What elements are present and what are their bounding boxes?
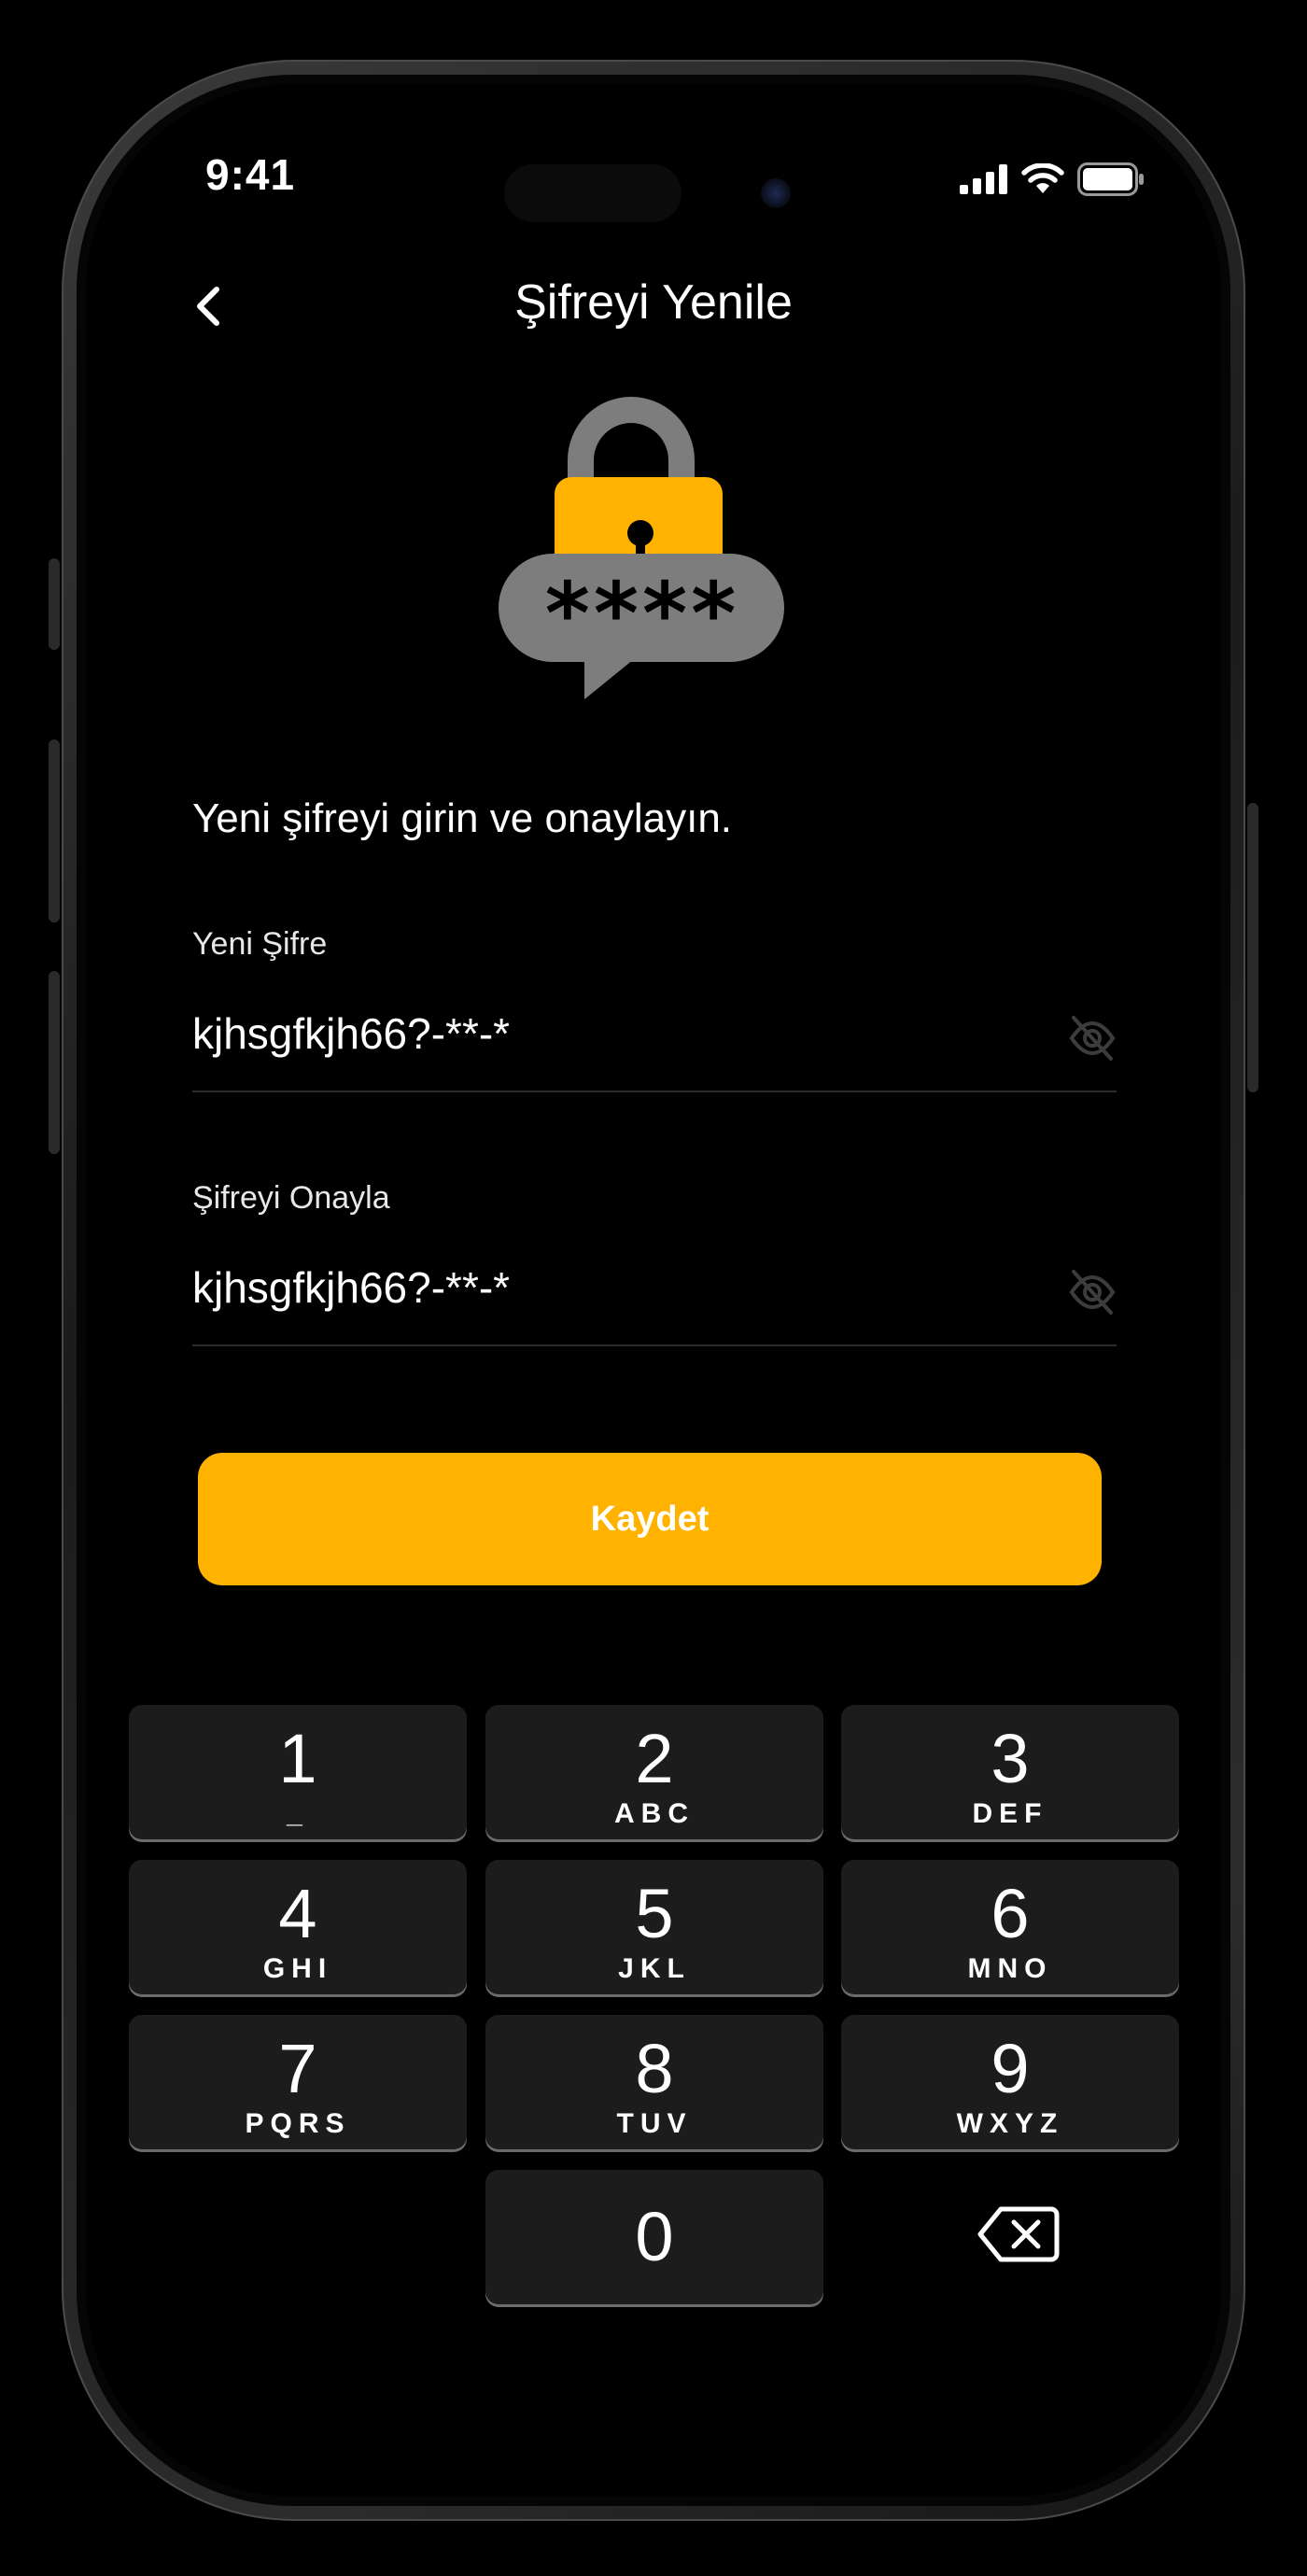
page-title: Şifreyi Yenile bbox=[514, 275, 793, 330]
key-9[interactable]: 9 WXYZ bbox=[841, 2015, 1179, 2149]
mask-text: **** bbox=[545, 564, 739, 664]
front-camera bbox=[761, 178, 791, 208]
confirm-password-field[interactable] bbox=[192, 1247, 1117, 1328]
key-letters: GHI bbox=[262, 1953, 333, 1984]
key-digit: 7 bbox=[278, 2030, 317, 2107]
volume-down-button bbox=[49, 971, 60, 1154]
backspace-icon[interactable] bbox=[977, 2203, 1061, 2265]
eye-off-icon[interactable] bbox=[1066, 1012, 1118, 1064]
key-4[interactable]: 4 GHI bbox=[129, 1860, 467, 1994]
new-password-field[interactable] bbox=[192, 993, 1117, 1074]
key-letters: DEF bbox=[972, 1798, 1048, 1829]
volume-up-button bbox=[49, 739, 60, 922]
key-7[interactable]: 7 PQRS bbox=[129, 2015, 467, 2149]
status-icons bbox=[960, 161, 1145, 198]
key-letters: _ bbox=[287, 1798, 309, 1829]
key-digit: 6 bbox=[991, 1875, 1030, 1952]
key-3[interactable]: 3 DEF bbox=[841, 1705, 1179, 1839]
key-digit: 2 bbox=[635, 1720, 674, 1797]
key-1[interactable]: 1 _ bbox=[129, 1705, 467, 1839]
key-letters: PQRS bbox=[245, 2108, 351, 2139]
key-letters: WXYZ bbox=[956, 2108, 1064, 2139]
key-digit: 4 bbox=[278, 1875, 317, 1952]
key-digit: 0 bbox=[635, 2198, 674, 2275]
back-chevron-icon[interactable] bbox=[185, 276, 232, 336]
key-letters: JKL bbox=[618, 1953, 691, 1984]
eye-off-icon[interactable] bbox=[1066, 1266, 1118, 1318]
key-digit: 8 bbox=[635, 2030, 674, 2107]
save-button[interactable]: Kaydet bbox=[198, 1453, 1102, 1585]
key-letters: TUV bbox=[616, 2108, 693, 2139]
battery-icon bbox=[1077, 162, 1144, 196]
key-digit: 1 bbox=[278, 1720, 317, 1797]
wifi-icon bbox=[1021, 163, 1064, 193]
key-6[interactable]: 6 MNO bbox=[841, 1860, 1179, 1994]
confirm-password-underline bbox=[192, 1344, 1117, 1346]
key-8[interactable]: 8 TUV bbox=[485, 2015, 823, 2149]
dynamic-island bbox=[504, 164, 682, 222]
new-password-underline bbox=[192, 1091, 1117, 1092]
signal-icon bbox=[960, 164, 1007, 194]
key-2[interactable]: 2 ABC bbox=[485, 1705, 823, 1839]
phone-top-edge bbox=[537, 63, 770, 75]
key-digit: 9 bbox=[991, 2030, 1030, 2107]
lock-icon: **** bbox=[499, 397, 784, 699]
key-5[interactable]: 5 JKL bbox=[485, 1860, 823, 1994]
status-time: 9:41 bbox=[205, 150, 296, 199]
action-button bbox=[49, 558, 60, 650]
key-digit: 5 bbox=[635, 1875, 674, 1952]
key-digit: 3 bbox=[991, 1720, 1030, 1797]
power-button bbox=[1247, 803, 1258, 1092]
confirm-password-label: Şifreyi Onayla bbox=[192, 1180, 390, 1216]
key-letters: ABC bbox=[614, 1798, 695, 1829]
key-0[interactable]: 0 bbox=[485, 2170, 823, 2304]
instruction-text: Yeni şifreyi girin ve onaylayın. bbox=[192, 795, 733, 841]
new-password-label: Yeni Şifre bbox=[192, 926, 328, 962]
key-letters: MNO bbox=[967, 1953, 1053, 1984]
